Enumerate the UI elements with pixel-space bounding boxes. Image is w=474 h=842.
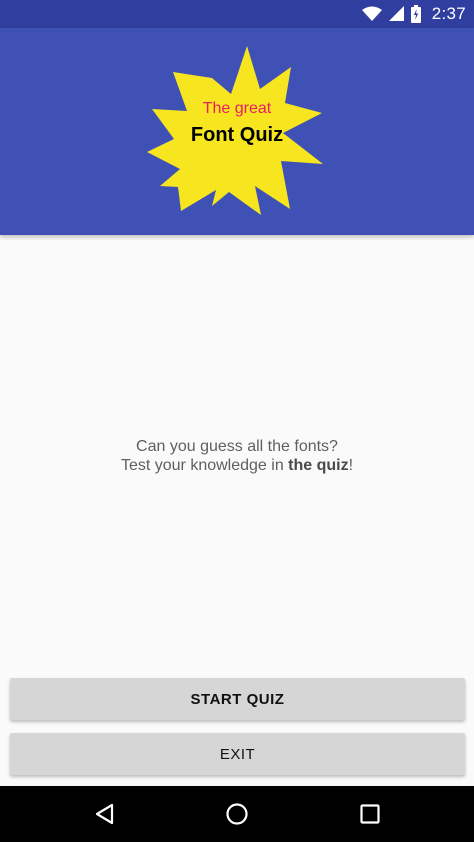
app-header: The great Font Quiz (0, 28, 474, 235)
logo-subtitle: The great (202, 100, 272, 117)
navigation-bar (0, 786, 474, 842)
intro-line-2-suffix: ! (348, 457, 354, 474)
start-quiz-button[interactable]: START QUIZ (10, 678, 465, 720)
recents-icon[interactable] (358, 802, 382, 826)
intro-line-2: Test your knowledge in the quiz! (0, 456, 474, 475)
wifi-icon (361, 6, 382, 21)
home-icon[interactable] (225, 802, 249, 826)
intro-line-2-prefix: Test your knowledge in (120, 457, 289, 474)
logo-title: Font Quiz (190, 124, 284, 146)
status-bar: 2:37 (0, 0, 474, 28)
intro-line-1: Can you guess all the fonts? (136, 438, 338, 455)
back-icon[interactable] (93, 802, 117, 826)
status-time: 2:37 (431, 4, 466, 23)
cell-signal-icon (388, 6, 404, 21)
status-icons: 2:37 (361, 0, 466, 28)
intro-text: Can you guess all the fonts? Test your k… (0, 437, 474, 475)
battery-icon (410, 5, 421, 23)
exit-button[interactable]: EXIT (10, 733, 465, 775)
intro-line-2-bold: the quiz (288, 457, 349, 474)
